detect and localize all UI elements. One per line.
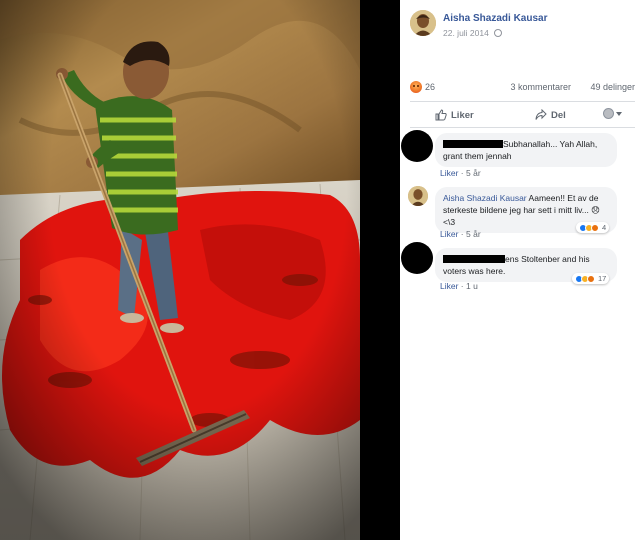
commenter-avatar-redacted[interactable] — [401, 242, 433, 274]
comment-reactions-badge[interactable]: 17 — [572, 273, 610, 284]
redacted-name — [443, 140, 503, 148]
comment-bubble: Subhanallah... Yah Allah, grant them jen… — [435, 133, 617, 167]
post-as-selector[interactable] — [603, 108, 622, 119]
comment-meta: Liker · 5 år — [440, 229, 481, 239]
reaction-count: 4 — [602, 223, 607, 232]
angry-reaction-icon — [591, 223, 599, 232]
viewer-avatar-icon — [603, 108, 614, 119]
post-photo[interactable] — [0, 0, 360, 540]
like-label: Liker — [451, 109, 474, 121]
comment-count-link[interactable]: 3 kommentarer — [510, 82, 571, 92]
post-date-text: 22. juli 2014 — [443, 28, 489, 38]
comment-meta: Liker · 1 u — [440, 281, 478, 291]
post-action-bar: Liker Del — [410, 104, 635, 126]
angry-reaction-icon[interactable] — [410, 81, 422, 93]
comment-reactions-badge[interactable]: 4 — [576, 222, 610, 233]
post-timestamp[interactable]: 22. juli 2014 — [443, 28, 503, 38]
divider — [410, 101, 635, 102]
comment-text: ens Stoltenber and his — [505, 254, 590, 264]
globe-icon — [494, 29, 503, 37]
share-button[interactable]: Del — [535, 109, 566, 121]
author-avatar[interactable] — [410, 10, 436, 36]
redacted-name — [443, 255, 505, 263]
comment-meta: Liker · 5 år — [440, 168, 481, 178]
caret-down-icon — [616, 111, 622, 116]
divider — [410, 127, 635, 128]
share-label: Del — [551, 109, 566, 121]
like-button[interactable]: Liker — [435, 109, 474, 121]
post-author-name[interactable]: Aisha Shazadi Kausar — [443, 13, 547, 24]
comment-age[interactable]: 5 år — [466, 168, 481, 178]
reaction-count: 17 — [598, 274, 607, 283]
share-count-link[interactable]: 49 delinger — [590, 82, 635, 92]
commenter-avatar-redacted[interactable] — [401, 130, 433, 162]
comment-age[interactable]: 1 u — [466, 281, 478, 291]
comment-like-link[interactable]: Liker — [440, 281, 458, 291]
comment-like-link[interactable]: Liker — [440, 229, 458, 239]
photo-boy-sweeping-blood — [0, 0, 360, 540]
avatar-image — [410, 10, 436, 36]
comment-age[interactable]: 5 år — [466, 229, 481, 239]
post-header: Aisha Shazadi Kausar 22. juli 2014 — [410, 10, 635, 44]
lightbox-gutter — [360, 0, 400, 540]
comment-text: voters was here. — [443, 266, 506, 276]
post-side-panel: Aisha Shazadi Kausar 22. juli 2014 26 3 … — [400, 0, 640, 540]
angry-reaction-icon — [587, 274, 595, 283]
reactions-bar: 26 3 kommentarer 49 delinger — [410, 81, 635, 97]
avatar-image — [408, 186, 428, 206]
reaction-count[interactable]: 26 — [425, 82, 435, 92]
comment-author[interactable]: Aisha Shazadi Kausar — [443, 193, 527, 203]
commenter-avatar[interactable] — [408, 186, 428, 206]
share-arrow-icon — [535, 109, 547, 120]
comment-like-link[interactable]: Liker — [440, 168, 458, 178]
thumbs-up-icon — [435, 109, 447, 121]
